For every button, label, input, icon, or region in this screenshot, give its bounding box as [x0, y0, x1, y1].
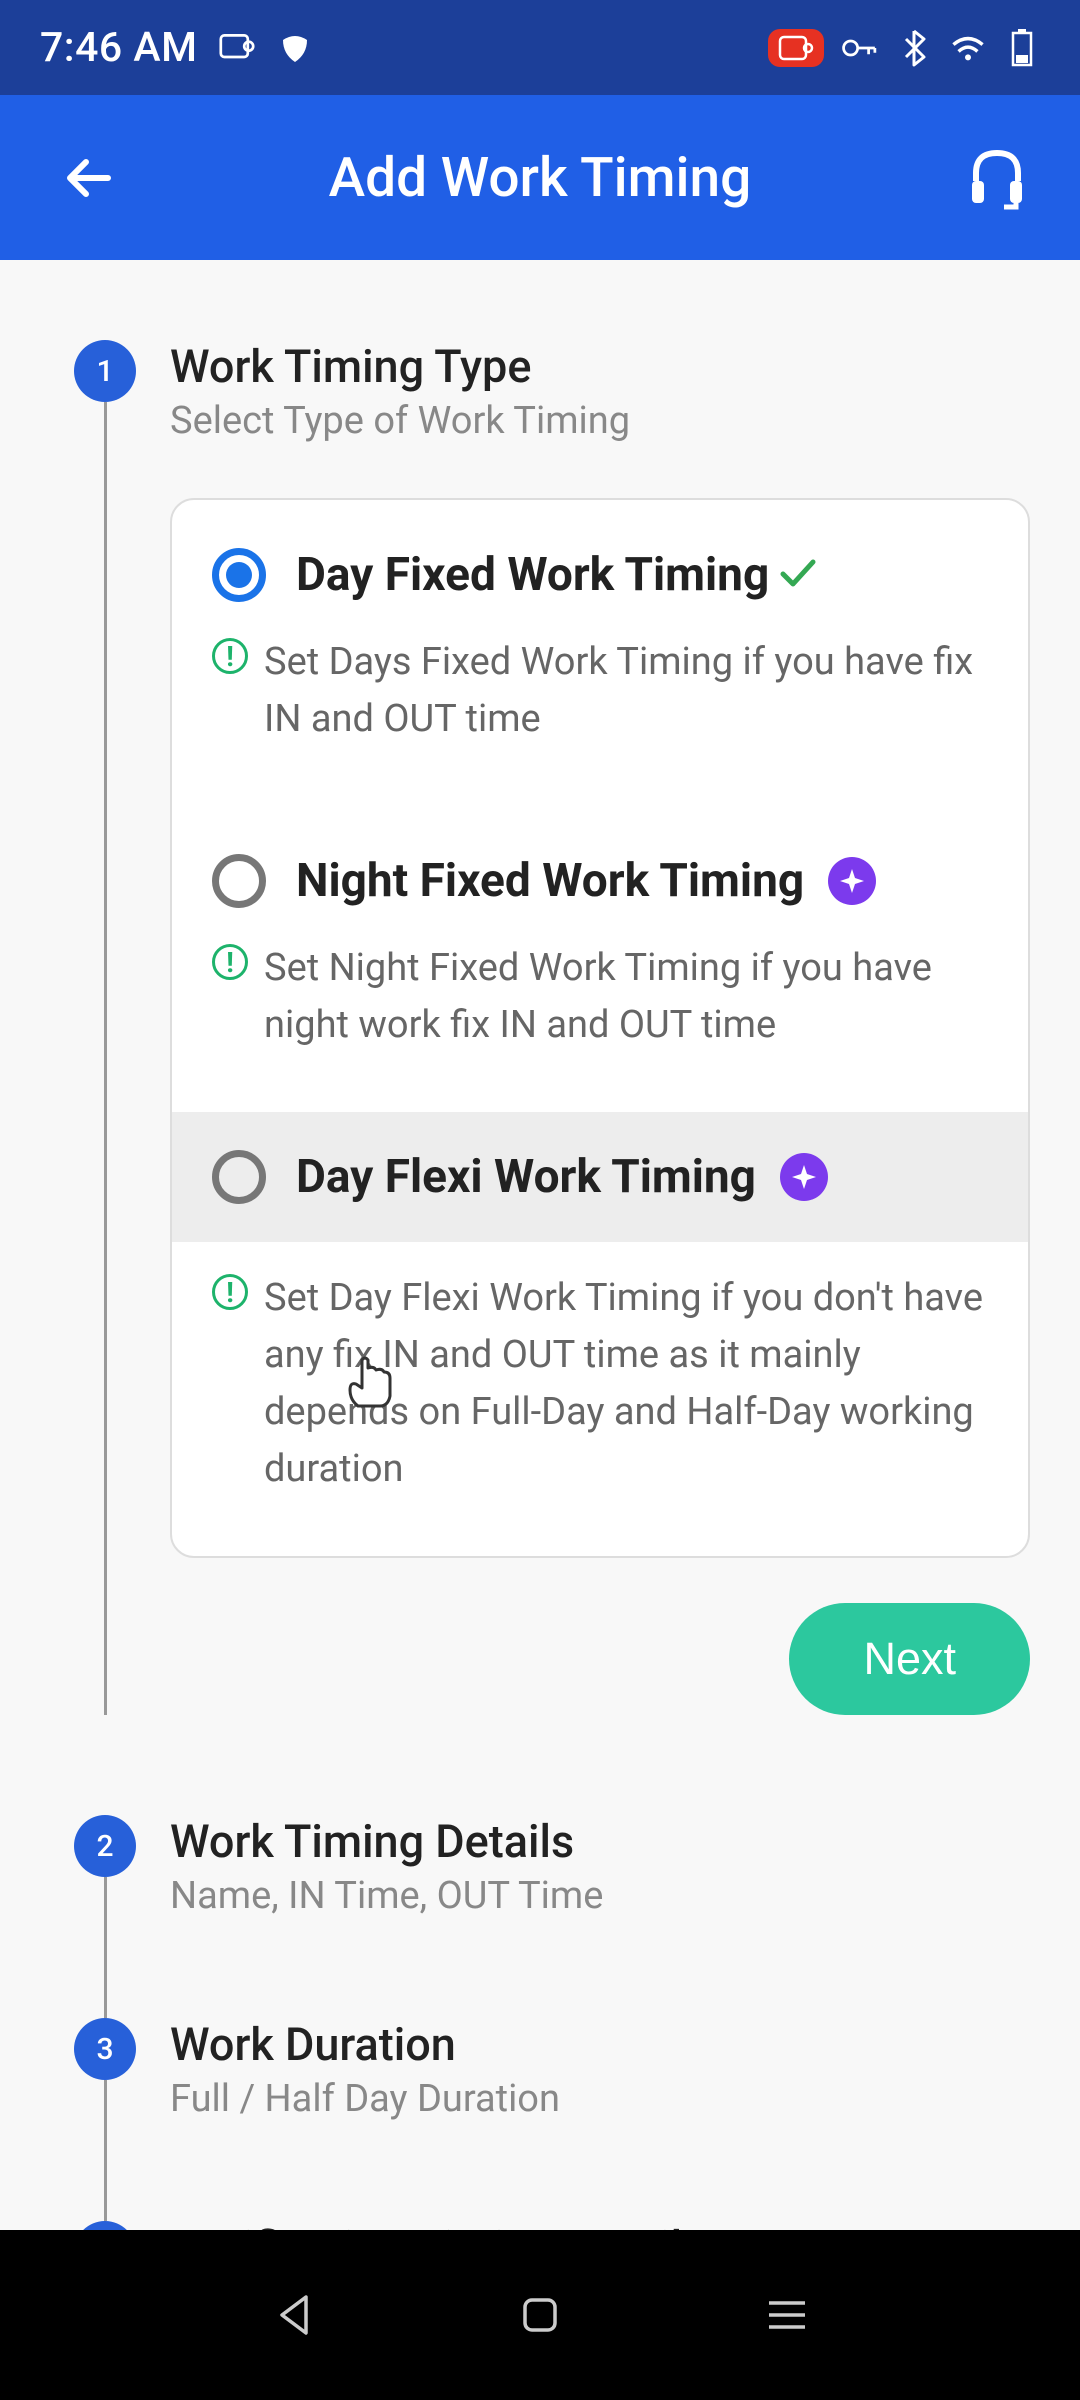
wifi-icon [950, 30, 986, 66]
bluetooth-icon [896, 30, 932, 66]
battery-icon [1004, 30, 1040, 66]
step-title-4: Notification Timing Details [170, 2221, 1030, 2230]
info-icon: ! [212, 1274, 248, 1310]
option-desc: Set Night Fixed Work Timing if you have … [264, 940, 988, 1054]
check-icon [779, 548, 817, 602]
step-1: 1 Work Timing Type Select Type of Work T… [50, 340, 1030, 1715]
app-bar: Add Work Timing [0, 95, 1080, 260]
headset-icon [964, 145, 1030, 211]
step-body-1: Work Timing Type Select Type of Work Tim… [160, 340, 1030, 1715]
status-left: 7:46 AM [40, 24, 313, 72]
radio-selected-icon [212, 548, 266, 602]
option-label-text: Day Fixed Work Timing [296, 548, 769, 602]
step-badge-3: 3 [74, 2018, 136, 2080]
step-connector [104, 2080, 107, 2221]
next-button[interactable]: Next [789, 1603, 1030, 1715]
nav-home-button[interactable] [510, 2285, 570, 2345]
option-day-flexi-desc: ! Set Day Flexi Work Timing if you don't… [172, 1242, 1028, 1556]
status-bar: 7:46 AM [0, 0, 1080, 95]
step-title-2: Work Timing Details [170, 1815, 1030, 1868]
nav-recents-button[interactable] [757, 2285, 817, 2345]
status-time: 7:46 AM [40, 24, 197, 72]
step-rail: 1 [50, 340, 160, 1715]
radio-unselected-icon [212, 1150, 266, 1204]
option-night-fixed[interactable]: Night Fixed Work Timing ! Set Night Fixe… [172, 806, 1028, 1112]
step-connector [104, 402, 107, 1715]
content-area: 1 Work Timing Type Select Type of Work T… [0, 260, 1080, 2230]
step-subtitle-2: Name, IN Time, OUT Time [170, 1874, 1030, 1918]
option-label: Day Flexi Work Timing [296, 1150, 828, 1204]
option-label-text: Day Flexi Work Timing [296, 1150, 756, 1204]
recording-badge-icon [768, 29, 824, 67]
option-label-text: Night Fixed Work Timing [296, 854, 804, 908]
option-desc: Set Day Flexi Work Timing if you don't h… [264, 1270, 988, 1498]
step-title-3: Work Duration [170, 2018, 1030, 2071]
options-card: Day Fixed Work Timing ! Set Days Fixed W… [170, 498, 1030, 1558]
option-day-fixed[interactable]: Day Fixed Work Timing ! Set Days Fixed W… [172, 500, 1028, 806]
headset-button[interactable] [964, 145, 1030, 211]
step-subtitle-1: Select Type of Work Timing [170, 399, 1030, 443]
step-title-1: Work Timing Type [170, 340, 1030, 393]
status-right [768, 29, 1040, 67]
info-icon: ! [212, 638, 248, 674]
system-nav-bar [0, 2230, 1080, 2400]
info-icon: ! [212, 944, 248, 980]
screencast-icon [219, 30, 255, 66]
sparkle-badge-icon [828, 857, 876, 905]
step-badge-2: 2 [74, 1815, 136, 1877]
radio-unselected-icon [212, 854, 266, 908]
step-badge-1: 1 [74, 340, 136, 402]
page-title: Add Work Timing [55, 146, 1025, 210]
step-4[interactable]: 4 Notification Timing Details Employee N… [50, 2221, 1030, 2230]
step-subtitle-3: Full / Half Day Duration [170, 2077, 1030, 2121]
option-label: Night Fixed Work Timing [296, 854, 876, 908]
step-badge-4: 4 [74, 2221, 136, 2230]
option-label: Day Fixed Work Timing [296, 548, 817, 602]
option-day-flexi[interactable]: Day Flexi Work Timing [172, 1112, 1028, 1242]
step-connector [104, 1877, 107, 2018]
back-button[interactable] [60, 149, 118, 207]
vpn-key-icon [842, 30, 878, 66]
nav-back-button[interactable] [263, 2285, 323, 2345]
arrow-left-icon [60, 149, 118, 207]
step-2[interactable]: 2 Work Timing Details Name, IN Time, OUT… [50, 1815, 1030, 2018]
sparkle-badge-icon [780, 1153, 828, 1201]
option-desc: Set Days Fixed Work Timing if you have f… [264, 634, 988, 748]
app-status-icon [277, 30, 313, 66]
step-3[interactable]: 3 Work Duration Full / Half Day Duration [50, 2018, 1030, 2221]
